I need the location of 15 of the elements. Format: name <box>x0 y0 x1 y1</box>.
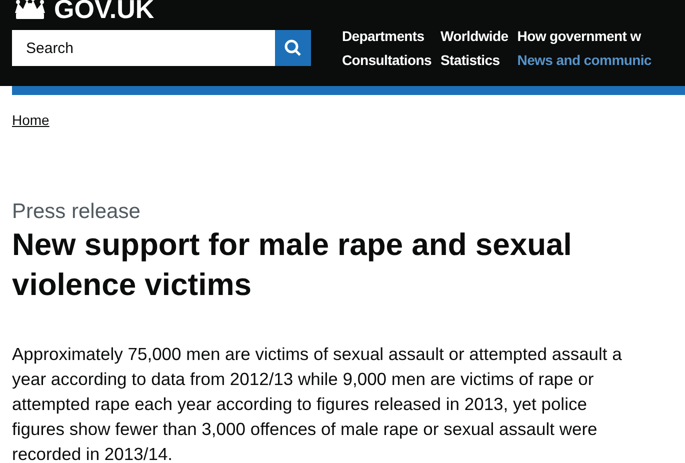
breadcrumb-link[interactable]: Home <box>12 111 50 129</box>
summary-paragraph: Approximately 75,000 men are victims of sexual assault or attempted assault a year according to data from 2012/13 while 9,000 men are victims of rape or attempted rape each year according to figures released in 2013, yet police figures show fewer than 3,000 offences of male rape or sexual assault were recorded in 2013/14. <box>12 343 623 463</box>
page-title: New support for male rape and sexual violence victims <box>12 226 573 304</box>
site-logo[interactable]: GOV.UK <box>54 0 154 22</box>
search-field[interactable]: Search <box>12 30 275 66</box>
nav-link[interactable]: Worldwide <box>440 26 508 47</box>
nav-link[interactable]: How government w <box>517 26 652 47</box>
search-icon <box>284 39 302 57</box>
nav-link[interactable]: Departments <box>342 26 432 47</box>
search-button[interactable] <box>275 30 311 66</box>
crown-icon <box>12 0 48 21</box>
document-type: Press release <box>12 199 142 225</box>
nav-link[interactable]: Statistics <box>440 50 508 71</box>
nav-link[interactable]: News and communic <box>517 50 652 71</box>
nav-link[interactable]: Consultations <box>342 50 432 71</box>
